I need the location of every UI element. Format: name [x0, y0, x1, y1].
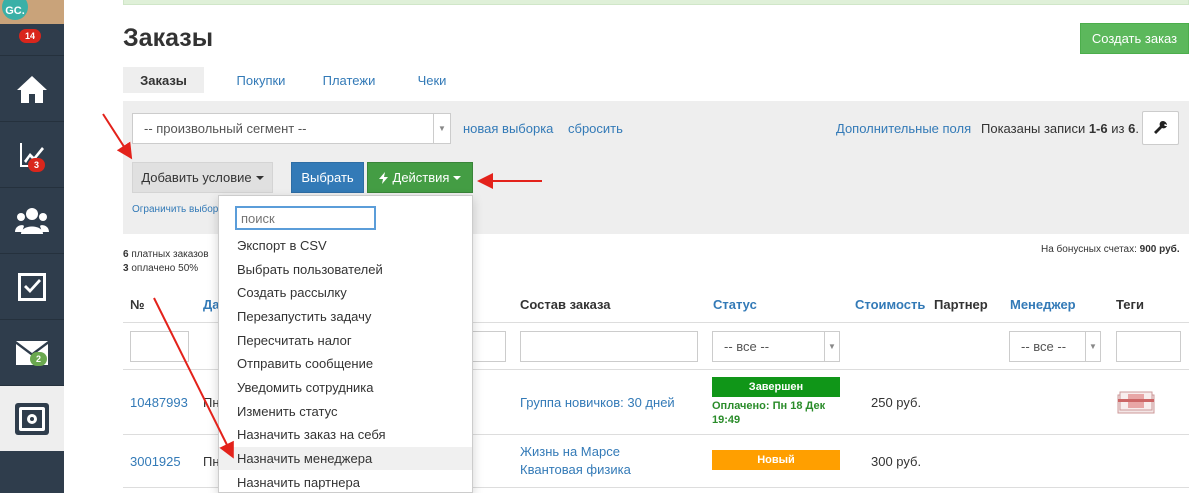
status-badge: Новый: [712, 450, 840, 470]
add-condition-button[interactable]: Добавить условие: [132, 162, 273, 193]
paid-note-time: 19:49: [712, 414, 741, 426]
order-number-link[interactable]: 3001925: [130, 454, 181, 469]
notifications-badge[interactable]: 14: [19, 29, 42, 43]
menu-item-assign-to-self[interactable]: Назначить заказ на себя: [219, 423, 472, 446]
records-shown-prefix: Показаны записи: [981, 121, 1089, 136]
records-shown-range: 1-6: [1088, 121, 1108, 136]
bonus-label: На бонусных счетах:: [1041, 244, 1140, 255]
users-icon: [15, 207, 49, 234]
col-header-number[interactable]: №: [130, 297, 145, 312]
order-composition-link[interactable]: Группа новичков: 30 дней: [520, 395, 675, 410]
actions-label: Действия: [392, 170, 450, 185]
actions-dropdown-menu: Экспорт в CSV Выбрать пользователей Созд…: [218, 195, 473, 493]
tasks-icon: [18, 272, 46, 301]
home-icon: [17, 75, 47, 103]
paid-note-date: Оплачено: Пн 18 Дек: [712, 400, 826, 412]
status-filter-select[interactable]: -- все -- ▼: [712, 331, 840, 362]
segment-select-value: -- произвольный сегмент --: [144, 121, 307, 136]
col-header-manager[interactable]: Менеджер: [1010, 297, 1076, 312]
alert-bar: [123, 0, 1189, 5]
extra-fields-link[interactable]: Дополнительные поля: [836, 121, 971, 136]
bonus-balance: На бонусных счетах: 900 руб.: [1041, 244, 1180, 255]
paid-orders-label: платных заказов: [128, 249, 209, 260]
menu-item-restart-task[interactable]: Перезапустить задачу: [219, 305, 472, 328]
page-title: Заказы: [123, 24, 214, 52]
chevron-down-icon: ▼: [824, 332, 839, 361]
sidebar-item-stats[interactable]: 3: [0, 121, 64, 187]
menu-item-create-mailing[interactable]: Создать рассылку: [219, 281, 472, 304]
tab-receipts[interactable]: Чеки: [380, 67, 484, 93]
paid-note: Оплачено: Пн 18 Дек 19:49: [712, 399, 825, 427]
order-composition-link[interactable]: Жизнь на Марсе: [520, 444, 620, 459]
composition-filter-input[interactable]: [520, 331, 698, 362]
actions-button[interactable]: Действия: [367, 162, 473, 193]
select-button[interactable]: Выбрать: [291, 162, 364, 193]
money-tag-icon: [1117, 391, 1155, 414]
caret-down-icon: [255, 175, 264, 180]
menu-item-notify-employee[interactable]: Уведомить сотрудника: [219, 376, 472, 399]
chevron-down-icon: ▼: [1085, 332, 1100, 361]
number-filter-input[interactable]: [130, 331, 189, 362]
col-header-status[interactable]: Статус: [713, 297, 757, 312]
tags-filter-input[interactable]: [1116, 331, 1181, 362]
col-header-cost[interactable]: Стоимость: [855, 297, 925, 312]
segment-select[interactable]: -- произвольный сегмент -- ▼: [132, 113, 451, 144]
limit-selection-link[interactable]: Ограничить выбор: [132, 204, 218, 215]
menu-item-change-status[interactable]: Изменить статус: [219, 400, 472, 423]
lightning-icon: [378, 171, 388, 184]
sidebar-item-tasks[interactable]: [0, 253, 64, 319]
new-selection-link[interactable]: новая выборка: [463, 121, 553, 136]
actions-search-input[interactable]: [235, 206, 376, 230]
stats-badge: 3: [28, 158, 46, 172]
menu-item-send-message[interactable]: Отправить сообщение: [219, 352, 472, 375]
create-order-button[interactable]: Создать заказ: [1080, 23, 1189, 54]
tab-purchases[interactable]: Покупки: [204, 67, 318, 93]
status-filter-value: -- все --: [724, 339, 770, 354]
wrench-icon: [1153, 121, 1167, 134]
caret-down-icon: [453, 175, 462, 180]
avatar-initials: GC.: [2, 0, 28, 20]
sidebar-item-users[interactable]: [0, 187, 64, 253]
settings-button[interactable]: [1142, 111, 1179, 145]
bonus-value: 900 руб.: [1139, 244, 1180, 255]
order-stats: 6 платных заказов 3 оплачено 50%: [123, 248, 209, 276]
order-composition-link[interactable]: Квантовая физика: [520, 462, 631, 477]
col-header-tags: Теги: [1116, 297, 1144, 312]
manager-filter-select[interactable]: -- все -- ▼: [1009, 331, 1101, 362]
menu-item-assign-manager[interactable]: Назначить менеджера: [219, 447, 472, 470]
add-condition-label: Добавить условие: [141, 170, 252, 185]
sidebar-item-sales[interactable]: [0, 385, 64, 451]
records-shown: Показаны записи 1-6 из 6.: [981, 121, 1139, 136]
sidebar-item-mail[interactable]: 2: [0, 319, 64, 385]
avatar[interactable]: GC.: [0, 0, 64, 24]
order-number-link[interactable]: 10487993: [130, 395, 188, 410]
tab-orders[interactable]: Заказы: [123, 67, 204, 93]
order-cost: 300 руб.: [871, 454, 922, 469]
menu-item-export-csv[interactable]: Экспорт в CSV: [219, 234, 472, 257]
col-header-composition: Состав заказа: [520, 297, 611, 312]
menu-item-assign-partner[interactable]: Назначить партнера: [219, 471, 472, 493]
tabs: Заказы Покупки Платежи Чеки: [123, 67, 484, 93]
tab-payments[interactable]: Платежи: [318, 67, 380, 93]
chevron-down-icon: ▼: [433, 114, 450, 143]
order-cost: 250 руб.: [871, 395, 922, 410]
sidebar-item-home[interactable]: [0, 55, 64, 121]
col-header-partner: Партнер: [934, 297, 988, 312]
records-shown-mid: из: [1107, 121, 1129, 136]
paid-percent-label: оплачено 50%: [128, 263, 199, 274]
safe-icon: [15, 402, 49, 435]
status-badge: Завершен: [712, 377, 840, 397]
manager-filter-value: -- все --: [1021, 339, 1067, 354]
menu-item-recalc-tax[interactable]: Пересчитать налог: [219, 329, 472, 352]
sidebar: GC. 14 3 2: [0, 0, 64, 493]
menu-item-select-users[interactable]: Выбрать пользователей: [219, 258, 472, 281]
mail-badge: 2: [30, 352, 48, 366]
reset-link[interactable]: сбросить: [568, 121, 623, 136]
records-shown-suffix: .: [1135, 121, 1139, 136]
